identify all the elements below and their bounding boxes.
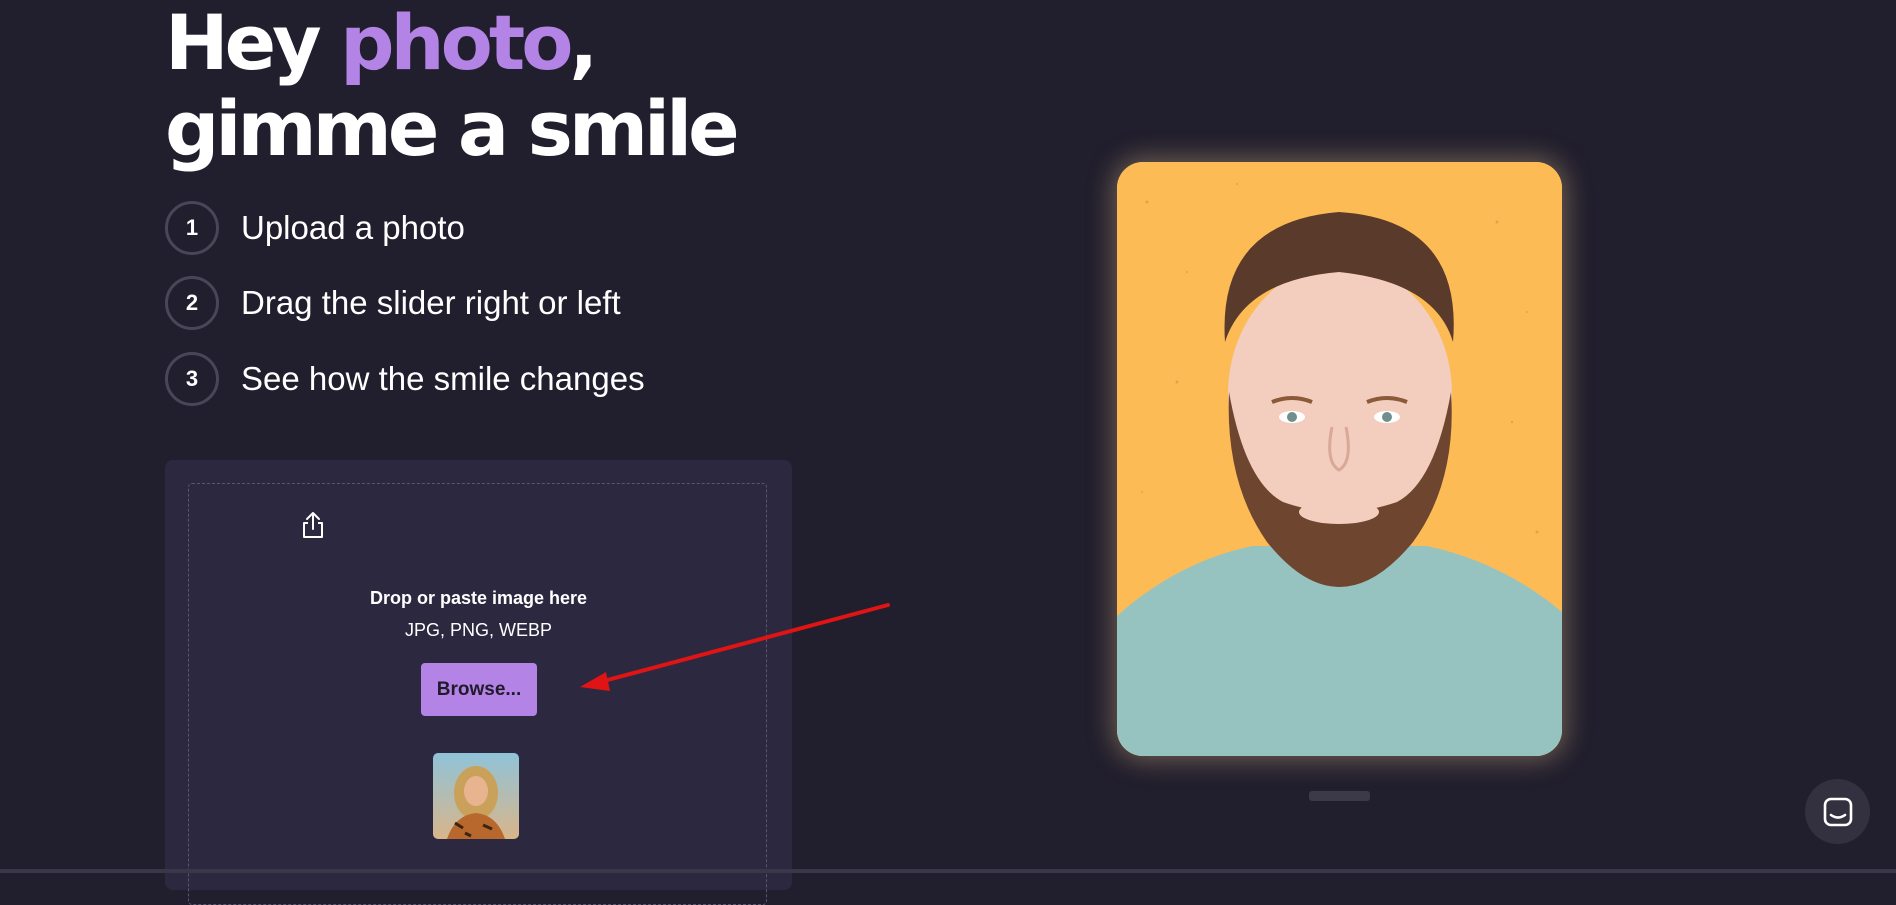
portrait-preview <box>1117 162 1562 756</box>
bottom-edge <box>0 869 1896 873</box>
chat-launcher-icon <box>1823 797 1852 826</box>
chat-launcher[interactable] <box>1805 779 1870 844</box>
comparison-slider-handle[interactable] <box>1309 791 1370 801</box>
annotation-arrow <box>580 603 890 691</box>
